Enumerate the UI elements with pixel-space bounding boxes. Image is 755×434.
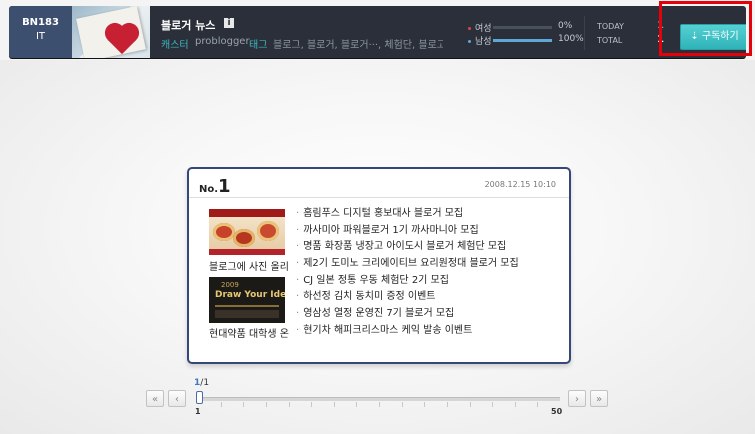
header-divider bbox=[584, 16, 585, 50]
blog-category: IT bbox=[35, 31, 46, 42]
gender-male-label: 남성 bbox=[475, 37, 492, 47]
gender-female-bar bbox=[493, 26, 552, 29]
male-dot-icon bbox=[468, 40, 471, 43]
gender-male-row: 남성 bbox=[468, 34, 492, 47]
gender-male-fill bbox=[493, 39, 552, 42]
first-page-button[interactable]: « bbox=[146, 390, 164, 407]
last-page-button[interactable]: » bbox=[590, 390, 608, 407]
thumbnail-year: 2009 bbox=[221, 281, 239, 289]
page-slider-track[interactable] bbox=[198, 397, 560, 407]
gender-male-bar bbox=[493, 39, 552, 42]
thumbnail-title: Draw Your Ideal bbox=[215, 290, 285, 300]
post-link[interactable]: 까사미아 파워블로거 1기 까사마니아 모집 bbox=[296, 223, 519, 240]
slider-tick bbox=[311, 402, 313, 407]
gender-male-percent: 100% bbox=[558, 34, 584, 44]
slider-min-label: 1 bbox=[195, 407, 201, 416]
slider-tick bbox=[401, 402, 403, 407]
pizza-shape bbox=[257, 221, 279, 241]
pizza-shape bbox=[233, 229, 255, 247]
slider-tick bbox=[356, 402, 358, 407]
post-link[interactable]: 하선정 김치 동치미 증정 이벤트 bbox=[296, 289, 519, 306]
gender-female-row: 여성 bbox=[468, 21, 492, 34]
post-link[interactable]: 현기차 해피크리스마스 케익 발송 이벤트 bbox=[296, 323, 519, 340]
blog-code-badge: BN183 IT bbox=[9, 6, 72, 58]
slider-tick bbox=[220, 402, 222, 407]
total-label: TOTAL bbox=[597, 36, 623, 45]
slider-tick bbox=[424, 402, 426, 407]
info-icon[interactable]: i bbox=[224, 18, 234, 28]
post-date: 2008.12.15 10:10 bbox=[484, 180, 556, 189]
blog-header-bar: BN183 IT 블로거 뉴스 i 캐스터 problogger 태그 블로그,… bbox=[9, 6, 746, 58]
slider-tick bbox=[446, 402, 448, 407]
slider-tick bbox=[492, 402, 494, 407]
blog-name[interactable]: 블로거 뉴스 bbox=[161, 17, 215, 33]
prev-page-button[interactable]: ‹ bbox=[168, 390, 186, 407]
ranking-card: No.1 2008.12.15 10:10 블로그에 사진 올리 2009 Dr… bbox=[187, 167, 571, 364]
slider-tick bbox=[333, 402, 335, 407]
slider-tick bbox=[514, 402, 516, 407]
tags-label: 태그 bbox=[249, 40, 268, 51]
next-page-button[interactable]: › bbox=[568, 390, 586, 407]
gender-female-label: 여성 bbox=[475, 24, 492, 34]
post-link[interactable]: 영삼성 열정 운영진 7기 블로거 모집 bbox=[296, 306, 519, 323]
slider-tick bbox=[243, 402, 245, 407]
pizza-banner bbox=[209, 209, 285, 217]
rank-number: No.1 bbox=[199, 176, 231, 197]
subscribe-highlight-box bbox=[659, 1, 752, 56]
post-link[interactable]: 제2기 도미노 크리에이티브 요리원정대 블로거 모집 bbox=[296, 256, 518, 273]
post-thumbnail-draw-your-ideal[interactable]: 2009 Draw Your Ideal bbox=[209, 277, 285, 323]
card-divider bbox=[189, 197, 569, 198]
pizza-strip bbox=[209, 249, 285, 255]
blog-code: BN183 bbox=[22, 17, 59, 28]
rank-value: 1 bbox=[218, 176, 231, 197]
post-list: 홈림푸스 디지털 홍보대사 블로거 모집 까사미아 파워블로거 1기 까사마니아… bbox=[296, 206, 519, 340]
tags-list[interactable]: 블로그, 블로거, 블로거···, 체험단, 블로고··· bbox=[273, 36, 443, 51]
slider-tick bbox=[537, 402, 539, 407]
female-dot-icon bbox=[468, 27, 471, 30]
pizza-shape bbox=[213, 223, 235, 241]
page-indicator: 1/1 bbox=[194, 378, 209, 388]
post-link[interactable]: 홈림푸스 디지털 홍보대사 블로거 모집 bbox=[296, 206, 519, 223]
today-label: TODAY bbox=[597, 22, 624, 31]
total-pages: 1 bbox=[203, 378, 210, 388]
page-slider-handle[interactable] bbox=[196, 391, 203, 404]
thumbnail-caption-1[interactable]: 블로그에 사진 올리 bbox=[209, 258, 291, 273]
caster-id-link[interactable]: problogger bbox=[195, 36, 250, 47]
slider-tick bbox=[469, 402, 471, 407]
post-link[interactable]: CJ 일본 정통 우동 체험단 2기 모집 bbox=[296, 273, 519, 290]
rank-prefix: No. bbox=[199, 184, 219, 195]
thumbnail-bar bbox=[215, 305, 279, 307]
slider-tick bbox=[379, 402, 380, 407]
thumbnail-caption-2[interactable]: 현대약품 대학생 온 bbox=[209, 325, 291, 340]
gender-female-percent: 0% bbox=[558, 21, 573, 31]
blog-thumbnail[interactable] bbox=[72, 6, 150, 58]
caster-label: 캐스터 bbox=[161, 40, 189, 51]
slider-tick bbox=[265, 402, 267, 407]
slider-tick bbox=[288, 402, 290, 407]
post-link[interactable]: 명품 화장품 냉장고 아이도시 블로거 체험단 모집 bbox=[296, 239, 519, 256]
post-thumbnail-pizza[interactable] bbox=[209, 209, 285, 255]
slider-max-label: 50 bbox=[551, 407, 563, 416]
thumbnail-block bbox=[215, 310, 279, 318]
